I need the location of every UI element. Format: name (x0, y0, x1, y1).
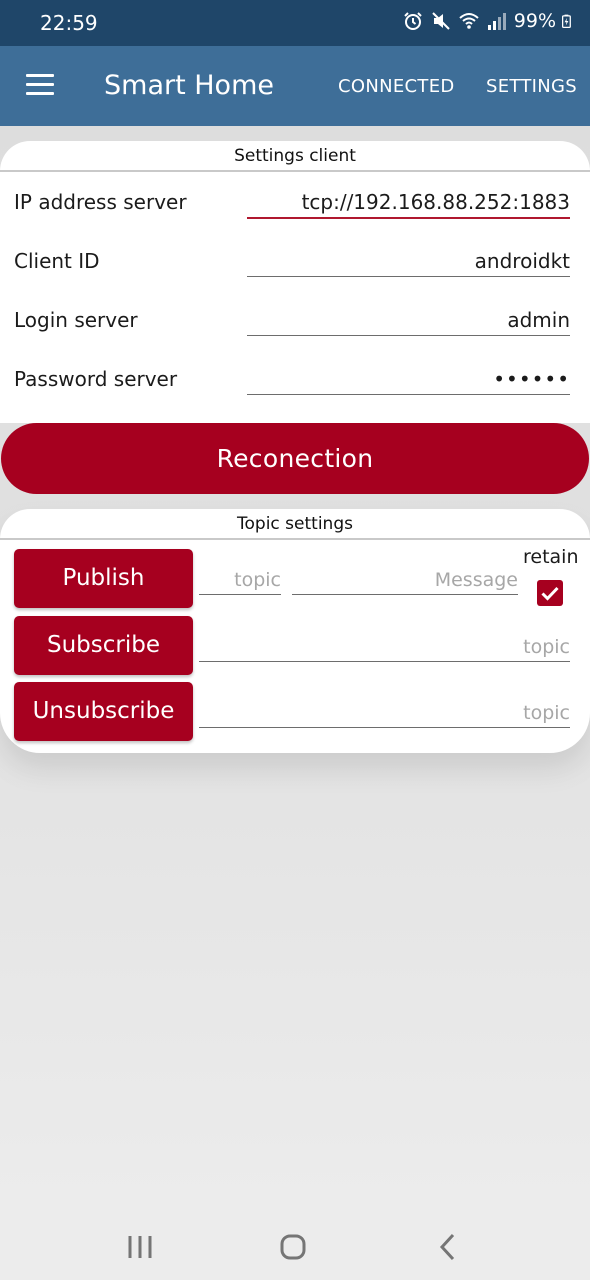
checkmark-icon (541, 586, 559, 601)
login-server-input[interactable]: admin (247, 305, 570, 336)
signal-icon (487, 13, 506, 30)
publish-button[interactable]: Publish (14, 549, 193, 608)
recents-icon[interactable] (120, 1230, 160, 1264)
alarm-icon (404, 12, 422, 30)
topic-settings-title: Topic settings (237, 514, 353, 534)
retain-label: retain (523, 546, 579, 568)
battery-percent: 99% (513, 10, 556, 32)
status-bar: 22:59 99% (0, 0, 590, 46)
settings-action[interactable]: SETTINGS (486, 76, 577, 97)
ip-address-input[interactable]: tcp://192.168.88.252:1883 (247, 187, 570, 219)
settings-client-title: Settings client (234, 146, 356, 166)
divider (0, 538, 590, 540)
subscribe-topic-input[interactable]: topic (199, 633, 570, 662)
wifi-icon (459, 13, 479, 29)
app-bar: Smart Home CONNECTED SETTINGS (0, 46, 590, 126)
client-id-label: Client ID (14, 249, 100, 273)
battery-charging-icon (562, 14, 571, 28)
reconnect-button[interactable]: Reconection (1, 423, 589, 494)
divider (0, 170, 590, 172)
publish-message-input[interactable]: Message (292, 566, 518, 595)
ip-address-label: IP address server (14, 190, 187, 214)
status-time: 22:59 (40, 11, 98, 35)
status-icons: 99% (402, 10, 576, 32)
app-title: Smart Home (104, 70, 274, 101)
unsubscribe-button[interactable]: Unsubscribe (14, 682, 193, 741)
retain-checkbox[interactable] (537, 580, 563, 606)
back-icon[interactable] (428, 1230, 468, 1264)
system-nav-bar (0, 1210, 590, 1280)
login-server-label: Login server (14, 308, 138, 332)
home-icon[interactable] (273, 1230, 313, 1264)
password-server-label: Password server (14, 367, 178, 391)
publish-topic-input[interactable]: topic (199, 566, 281, 595)
unsubscribe-topic-input[interactable]: topic (199, 699, 570, 728)
password-server-input[interactable]: •••••• (247, 364, 570, 395)
client-id-input[interactable]: androidkt (247, 246, 570, 277)
subscribe-button[interactable]: Subscribe (14, 616, 193, 675)
mute-icon (432, 12, 450, 30)
hamburger-menu-icon[interactable] (26, 74, 54, 96)
connected-action[interactable]: CONNECTED (338, 76, 455, 97)
